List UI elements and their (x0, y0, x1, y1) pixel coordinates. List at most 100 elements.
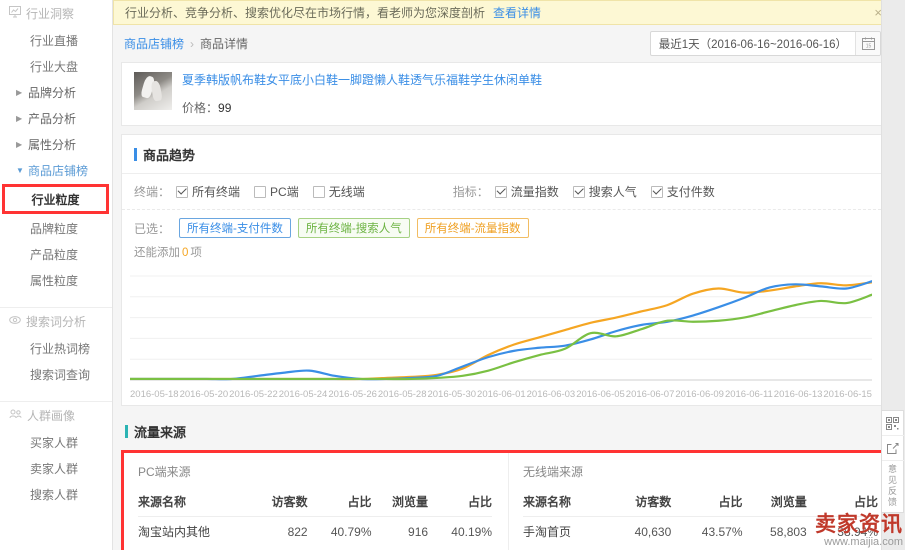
checkbox-icon (650, 185, 663, 198)
wireless-traffic-column: 无线端来源 来源名称 访客数 占比 浏览量 占比 手淘首页 40,630 43.… (509, 453, 894, 550)
date-range-value: 最近1天（2016-06-16~2016-06-16） (658, 38, 847, 51)
cell-visitor-share: 14.01% (671, 546, 742, 550)
date-range-picker[interactable]: 最近1天（2016-06-16~2016-06-16） 15 (649, 31, 881, 56)
sidebar-item-label: 卖家人群 (30, 461, 79, 476)
traffic-source-tables: PC端来源 来源名称 访客数 占比 浏览量 占比 淘宝站内其他 822 40.7… (121, 450, 897, 550)
chevron-right-icon: ▶ (16, 113, 23, 123)
product-price: 价格：99 (182, 99, 542, 116)
cell-pageviews: 916 (408, 524, 429, 539)
promo-banner: 行业分析、竞争分析、搜索优化尽在市场行情，看老师为您深度剖析 查看详情 × (113, 0, 897, 25)
chart-x-axis: 2016-05-18 2016-05-20 2016-05-22 2016-05-24… (130, 389, 872, 400)
sidebar-item-seller-persona[interactable]: 卖家人群 (0, 455, 112, 481)
trend-chart-canvas[interactable] (130, 270, 872, 388)
x-axis-tick: 2016-05-18 (130, 389, 179, 400)
people-icon (9, 408, 22, 423)
main-content: 行业分析、竞争分析、搜索优化尽在市场行情，看老师为您深度剖析 查看详情 × 商品… (113, 0, 905, 550)
sidebar-item-label: 买家人群 (30, 435, 79, 450)
checkbox-label: 无线端 (328, 185, 365, 199)
checkbox-wireless-terminal[interactable]: 无线端 (312, 183, 365, 200)
x-axis-tick: 2016-06-03 (526, 389, 576, 400)
metric-filter-label: 指标： (452, 185, 489, 199)
x-axis-tick: 2016-05-28 (377, 389, 427, 400)
sidebar-group-title-keyword: 搜索词分析 (26, 315, 87, 329)
sidebar-group-header-keyword: 搜索词分析 (0, 308, 112, 335)
checkbox-paid-items[interactable]: 支付件数 (650, 183, 715, 200)
sidebar-item-product-granularity[interactable]: 产品粒度 (0, 241, 112, 267)
checkbox-icon (176, 185, 189, 198)
sidebar-group-title-industry: 行业洞察 (26, 7, 75, 21)
checkbox-pc-terminal[interactable]: PC端 (254, 183, 299, 200)
trend-heading: 商品趋势 (122, 135, 896, 173)
heading-accent-bar (125, 425, 128, 438)
feedback-line-1: 意见 (887, 464, 897, 485)
sidebar-item-label: 品牌分析 (28, 85, 77, 100)
remaining-suffix: 项 (190, 247, 202, 259)
sidebar-group-persona: 人群画像 买家人群 卖家人群 搜索人群 (0, 401, 112, 521)
sidebar-item-industry-granularity[interactable]: 行业粒度 (2, 184, 109, 214)
sidebar-item-keyword-query[interactable]: 搜索词查询 (0, 361, 112, 387)
column-header-visitor-share: 占比 (671, 489, 743, 517)
sidebar-item-attribute-analysis[interactable]: ▶ 属性分析 (0, 131, 112, 157)
sidebar-item-brand-analysis[interactable]: ▶ 品牌分析 (0, 79, 112, 105)
cell-visitor-share: 40.79% (330, 524, 372, 539)
heading-accent-bar (134, 148, 137, 161)
sidebar-item-brand-granularity[interactable]: 品牌粒度 (0, 215, 112, 241)
checkbox-all-terminals[interactable]: 所有终端 (176, 183, 240, 200)
trend-filters: 终端： 所有终端 PC端 无线端 指标： 流量指数 搜索人气 支付件数 (122, 173, 896, 209)
breadcrumb-parent[interactable]: 商品店铺榜 (124, 35, 184, 52)
table-row: 淘宝站内其他 822 40.79% 916 40.19% (138, 517, 492, 547)
sidebar-item-product-shop-rank[interactable]: ▼ 商品店铺榜 (0, 157, 112, 183)
sidebar-item-label: 行业直播 (30, 33, 79, 48)
selected-tag-traffic-index[interactable]: 所有终端-流量指数 (416, 218, 529, 238)
cell-visitors: 822 (287, 524, 308, 539)
sidebar-group-title-persona: 人群画像 (27, 409, 76, 423)
promo-banner-link[interactable]: 查看详情 (493, 4, 541, 21)
sidebar-item-industry-overview[interactable]: 行业大盘 (0, 53, 112, 79)
chevron-right-icon: ▶ (16, 139, 23, 149)
sidebar-item-industry-live[interactable]: 行业直播 (0, 27, 112, 53)
selected-tags-row: 已选： 所有终端-支付件数 所有终端-搜索人气 所有终端-流量指数 还能添加 0 项 (122, 209, 896, 268)
eye-icon (9, 314, 21, 329)
traffic-heading-text: 流量来源 (134, 425, 187, 440)
sidebar-item-hot-keywords[interactable]: 行业热词榜 (0, 335, 112, 361)
feedback-button[interactable]: 意见 反馈 (882, 461, 903, 512)
pc-traffic-caption: PC端来源 (138, 465, 191, 479)
qr-code-icon[interactable] (881, 411, 904, 436)
column-header-source: 来源名称 (138, 489, 252, 517)
calendar-icon[interactable]: 15 (855, 32, 880, 55)
selected-tag-paid-items[interactable]: 所有终端-支付件数 (179, 218, 291, 238)
sidebar-item-buyer-persona[interactable]: 买家人群 (0, 429, 112, 455)
column-header-source: 来源名称 (523, 489, 608, 517)
sidebar-item-label: 行业大盘 (30, 59, 79, 74)
cell-pageviews: 346 (372, 546, 429, 550)
app-root: 行业洞察 行业直播 行业大盘 ▶ 品牌分析 ▶ 产品分析 ▶ 属性分析 ▼ 商品… (0, 0, 905, 550)
sidebar-item-search-persona[interactable]: 搜索人群 (0, 481, 112, 507)
product-price-value: 99 (218, 101, 232, 115)
column-header-pageview-share: 占比 (428, 489, 492, 517)
product-title[interactable]: 夏季韩版帆布鞋女平底小白鞋一脚蹬懒人鞋透气乐福鞋学生休闲单鞋 (182, 72, 542, 89)
sidebar: 行业洞察 行业直播 行业大盘 ▶ 品牌分析 ▶ 产品分析 ▶ 属性分析 ▼ 商品… (0, 0, 113, 550)
feedback-line-2: 反馈 (887, 486, 897, 507)
share-external-icon[interactable] (881, 436, 904, 461)
checkbox-label: 所有终端 (192, 185, 241, 199)
cell-source: 手淘搜索 (523, 546, 607, 550)
x-axis-tick: 2016-05-30 (427, 389, 477, 400)
sidebar-item-label: 属性粒度 (30, 273, 79, 288)
checkbox-icon (572, 185, 585, 198)
cell-source: 手淘首页 (523, 525, 572, 539)
checkbox-traffic-index[interactable]: 流量指数 (494, 183, 559, 200)
checkbox-label: 支付件数 (666, 185, 715, 199)
sidebar-item-label: 品牌粒度 (30, 221, 79, 236)
selected-label: 已选： (134, 221, 171, 236)
pc-traffic-column: PC端来源 来源名称 访客数 占比 浏览量 占比 淘宝站内其他 822 40.7… (124, 453, 509, 550)
sidebar-item-product-analysis[interactable]: ▶ 产品分析 (0, 105, 112, 131)
monitor-chart-icon (9, 6, 21, 21)
checkbox-search-popularity[interactable]: 搜索人气 (572, 183, 637, 200)
chevron-down-icon: ▼ (16, 165, 24, 175)
x-axis-tick: 2016-06-13 (773, 389, 823, 400)
right-rail-buttons: 意见 反馈 (881, 410, 904, 513)
terminal-filter-label: 终端： (134, 185, 171, 199)
table-row: 直通车 327 16.23% 346 15.18% (138, 546, 492, 550)
selected-tag-search-popularity[interactable]: 所有终端-搜索人气 (297, 218, 410, 238)
sidebar-item-attribute-granularity[interactable]: 属性粒度 (0, 267, 112, 293)
